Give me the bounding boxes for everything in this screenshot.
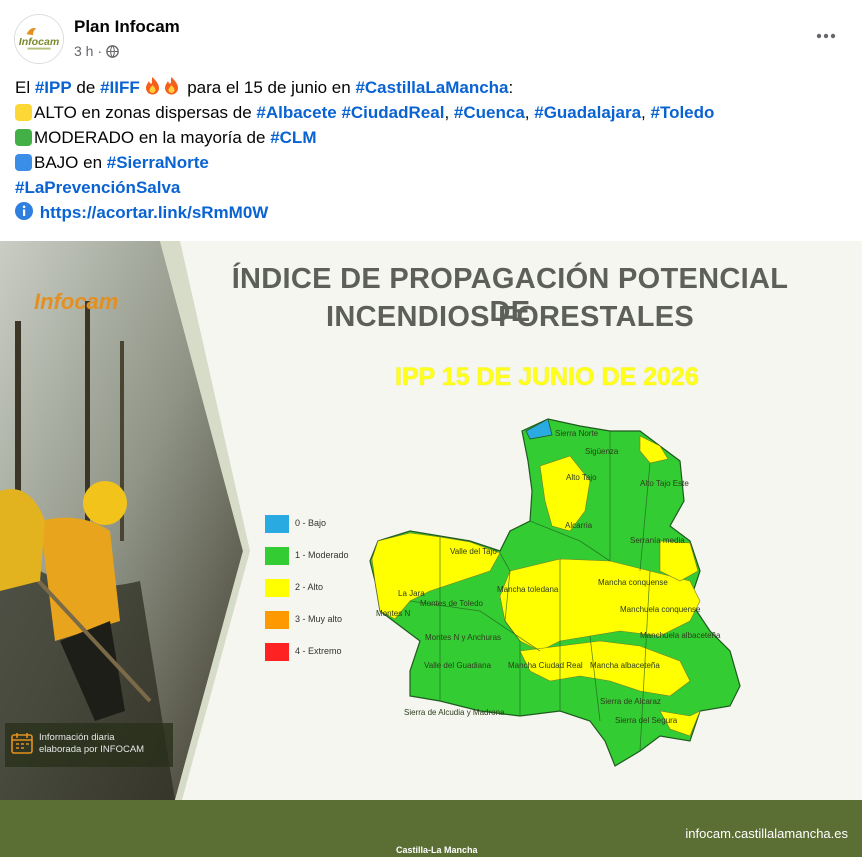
more-options-icon[interactable] (814, 24, 838, 48)
helmet-shape (83, 481, 127, 525)
region-label: Sigüenza (585, 447, 619, 456)
hashtag-sierranorte[interactable]: #SierraNorte (107, 153, 209, 172)
green-square-icon (15, 129, 32, 146)
map-title: INCENDIOS FORESTALES (326, 301, 694, 333)
blue-square-icon (15, 154, 32, 171)
calendar-icon (11, 733, 33, 754)
region-label: Sierra Norte (555, 429, 599, 438)
text: de (71, 78, 101, 97)
post-time[interactable]: 3 h (74, 43, 93, 59)
hashtag-toledo[interactable]: #Toledo (651, 103, 715, 122)
fire-icon (144, 76, 161, 102)
info-line: Información diaria (39, 732, 115, 743)
region-label: Mancha conquense (598, 578, 668, 587)
legend-swatch (265, 547, 289, 565)
post-meta: 3 h · (74, 43, 119, 59)
footer-url: infocam.castillalamancha.es (685, 826, 848, 841)
legend-swatch (265, 643, 289, 661)
legend-item: 3 - Muy alto (265, 611, 385, 629)
post-line-5: #LaPrevenciónSalva (15, 175, 845, 200)
legend-item: 2 - Alto (265, 579, 385, 597)
hashtag-iiff[interactable]: #IIFF (100, 78, 140, 97)
text: MODERADO en la mayoría de (34, 128, 271, 147)
fire-icon (163, 76, 180, 102)
post-line-4: BAJO en #SierraNorte (15, 150, 845, 175)
text: , (641, 103, 646, 122)
legend-swatch (265, 611, 289, 629)
region-label: Mancha albaceteña (590, 661, 660, 670)
region-label: Manchuela conquense (620, 605, 701, 614)
text: El (15, 78, 35, 97)
region-label: Manchuela albaceteña (640, 631, 721, 640)
hashtag-cuenca[interactable]: #Cuenca (454, 103, 525, 122)
text: BAJO en (34, 153, 107, 172)
text: ALTO en zonas dispersas de (34, 103, 257, 122)
region-label: Serranía media (630, 536, 685, 545)
region-label: La Jara (398, 589, 425, 598)
globe-icon (106, 44, 119, 58)
legend-label: 1 - Moderado (295, 550, 349, 560)
legend-item: 4 - Extremo (265, 643, 385, 661)
hashtag-ciudadreal[interactable]: #CiudadReal (341, 103, 444, 122)
hashtag-castillalamancha[interactable]: #CastillaLaMancha (355, 78, 508, 97)
shortened-link[interactable]: https://acortar.link/sRmM0W (40, 203, 269, 222)
hashtag-ipp[interactable]: #IPP (35, 78, 72, 97)
region-label: Mancha Ciudad Real (508, 661, 583, 670)
legend-item: 1 - Moderado (265, 547, 385, 565)
region-label: Sierra de Alcaraz (600, 697, 661, 706)
region-label: Valle del Guadiana (424, 661, 492, 670)
region-label: Valle del Tajo (450, 547, 497, 556)
yellow-square-icon (15, 104, 32, 121)
legend-label: 2 - Alto (295, 582, 324, 592)
info-line: elaborada por INFOCAM (39, 744, 145, 755)
text: , (524, 103, 530, 122)
post-text: El #IPP de #IIFF para el 15 de junio en … (15, 75, 845, 225)
post-line-1: El #IPP de #IIFF para el 15 de junio en … (15, 75, 845, 100)
text: : (508, 78, 514, 97)
hashtag-albacete[interactable]: #Albacete (256, 103, 336, 122)
region-label: Mancha toledana (497, 585, 559, 594)
hashtag-guadalajara[interactable]: #Guadalajara (534, 103, 641, 122)
info-text: Información diaria elaborada por INFOCAM (39, 732, 144, 756)
page-avatar[interactable]: Infocam (14, 14, 64, 64)
region-label: Alto Tajo (566, 473, 597, 482)
post-header: Infocam Plan Infocam 3 h · (0, 0, 862, 70)
post-line-6: https://acortar.link/sRmM0W (15, 200, 845, 225)
svg-text:Infocam: Infocam (19, 36, 59, 48)
text: para el 15 de junio en (182, 78, 356, 97)
region-label: Montes N (376, 609, 411, 618)
region-label: Sierra de Alcudia y Madrona (404, 708, 505, 717)
infocam-photo-logo: Infocam (34, 289, 119, 314)
text: , (444, 103, 450, 122)
region-label: Alto Tajo Este (640, 479, 689, 488)
legend-item: 0 - Bajo (265, 515, 385, 533)
infocam-logo-icon: Infocam (15, 15, 63, 63)
region-label: Sierra del Segura (615, 716, 678, 725)
map-blue-sierra-norte (525, 418, 553, 440)
region-label: Montes N y Anchuras (425, 633, 502, 642)
legend-label: 4 - Extremo (295, 646, 342, 656)
region-label: Alcarria (565, 521, 593, 530)
post-line-2: ALTO en zonas dispersas de #Albacete #Ci… (15, 100, 845, 125)
info-icon (15, 202, 33, 227)
region-label: Montes de Toledo (420, 599, 484, 608)
legend-swatch (265, 515, 289, 533)
map-subtitle: IPP 15 DE JUNIO DE 2026 (395, 363, 699, 391)
legend-label: 0 - Bajo (295, 518, 327, 528)
info-box: Información diaria elaborada por INFOCAM (5, 723, 173, 767)
legend-swatch (265, 579, 289, 597)
post-image[interactable]: Infocam Información diaria elaborada por… (0, 241, 862, 857)
post-line-3: MODERADO en la mayoría de #CLM (15, 125, 845, 150)
meta-separator: · (97, 43, 103, 59)
footer-brand: Castilla-La Mancha (396, 845, 478, 855)
hashtag-clm[interactable]: #CLM (270, 128, 316, 147)
page-name[interactable]: Plan Infocam (74, 17, 180, 37)
legend-label: 3 - Muy alto (295, 614, 343, 624)
hashtag-laprevencionsalva[interactable]: #LaPrevenciónSalva (15, 178, 180, 197)
